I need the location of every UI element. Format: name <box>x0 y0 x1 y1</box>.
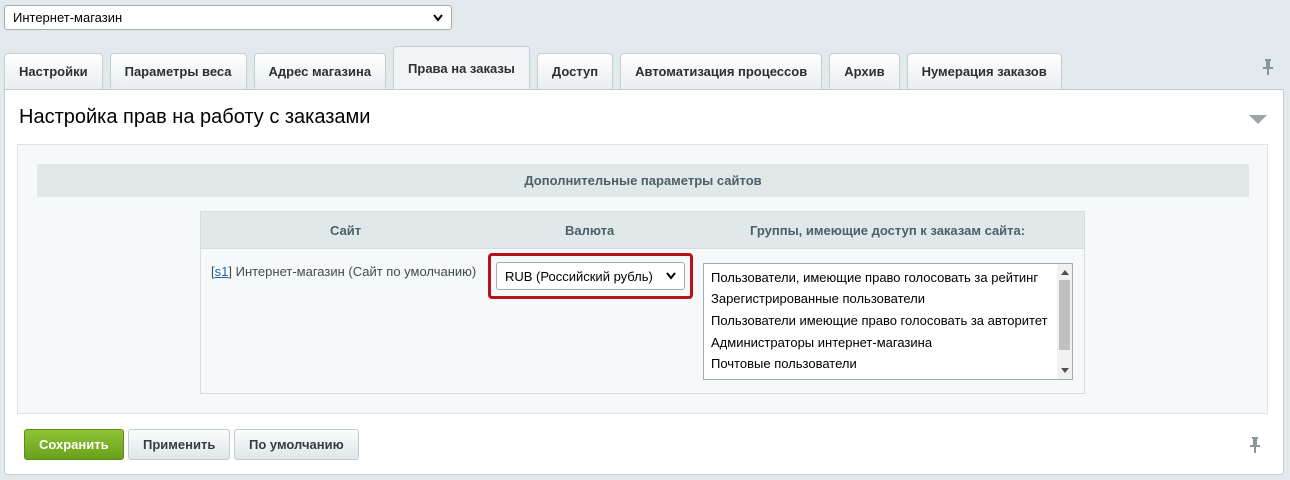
tab-bar: Настройки Параметры веса Адрес магазина … <box>4 46 1062 89</box>
table-header: Сайт Валюта Группы, имеющие доступ к зак… <box>201 212 1084 249</box>
chevron-down-icon <box>433 13 443 23</box>
tab-label: Адрес магазина <box>268 64 372 79</box>
tab-shop-address[interactable]: Адрес магазина <box>253 53 387 89</box>
scroll-up-icon[interactable] <box>1061 269 1069 275</box>
section-title: Настройка прав на работу с заказами <box>19 106 371 128</box>
params-panel: Дополнительные параметры сайтов Сайт Вал… <box>17 144 1268 414</box>
list-item[interactable]: Зарегистрированные пользователи <box>711 291 925 306</box>
chevron-down-icon <box>666 271 676 281</box>
apply-button[interactable]: Применить <box>128 429 231 460</box>
site-code-link[interactable]: s1 <box>215 264 229 279</box>
scrollbar[interactable] <box>1057 264 1072 379</box>
site-select-value: Интернет-магазин <box>13 10 123 25</box>
tab-label: Параметры веса <box>124 64 232 79</box>
pin-icon[interactable] <box>1263 59 1273 75</box>
pin-icon[interactable] <box>1250 437 1260 453</box>
tab-archive[interactable]: Архив <box>829 53 900 89</box>
site-select[interactable]: Интернет-магазин <box>4 5 452 30</box>
site-cell: [s1] Интернет-магазин (Сайт по умолчанию… <box>211 264 477 279</box>
column-header-currency: Валюта <box>565 223 615 238</box>
tab-order-numbering[interactable]: Нумерация заказов <box>906 53 1062 89</box>
collapse-icon[interactable] <box>1249 113 1267 128</box>
tab-label: Права на заказы <box>408 60 515 76</box>
scroll-down-icon[interactable] <box>1061 368 1069 374</box>
tab-weight-params[interactable]: Параметры веса <box>109 53 247 89</box>
tab-label: Доступ <box>551 64 599 79</box>
tab-automation[interactable]: Автоматизация процессов <box>620 53 823 89</box>
column-header-groups: Группы, имеющие доступ к заказам сайта: <box>750 223 1026 238</box>
list-item[interactable]: Почтовые пользователи <box>711 356 857 371</box>
currency-select-value: RUB (Российский рубль) <box>505 268 653 284</box>
site-params-table: Сайт Валюта Группы, имеющие доступ к зак… <box>200 211 1085 394</box>
list-item[interactable]: Пользователи, имеющие право голосовать з… <box>711 270 1038 285</box>
list-item[interactable]: Администраторы интернет-магазина <box>711 335 932 350</box>
tab-label: Архив <box>844 64 885 79</box>
tab-settings[interactable]: Настройки <box>4 53 103 89</box>
site-name: Интернет-магазин (Сайт по умолчанию) <box>235 264 477 279</box>
save-button[interactable]: Сохранить <box>24 429 124 460</box>
tab-access[interactable]: Доступ <box>536 53 614 89</box>
list-item[interactable]: Пользователи имеющие право голосовать за… <box>711 313 1048 328</box>
tab-label: Настройки <box>19 64 88 79</box>
groups-listbox[interactable]: Пользователи, имеющие право голосовать з… <box>703 263 1073 380</box>
currency-select[interactable]: RUB (Российский рубль) <box>496 262 685 290</box>
scroll-thumb[interactable] <box>1059 280 1070 350</box>
default-button[interactable]: По умолчанию <box>234 429 359 460</box>
main-panel: Настройка прав на работу с заказами Допо… <box>4 89 1284 475</box>
tab-label: Нумерация заказов <box>921 64 1047 79</box>
column-header-site: Сайт <box>330 223 362 238</box>
params-header: Дополнительные параметры сайтов <box>37 164 1249 197</box>
tab-order-rights[interactable]: Права на заказы <box>393 46 530 89</box>
tab-label: Автоматизация процессов <box>635 64 808 79</box>
